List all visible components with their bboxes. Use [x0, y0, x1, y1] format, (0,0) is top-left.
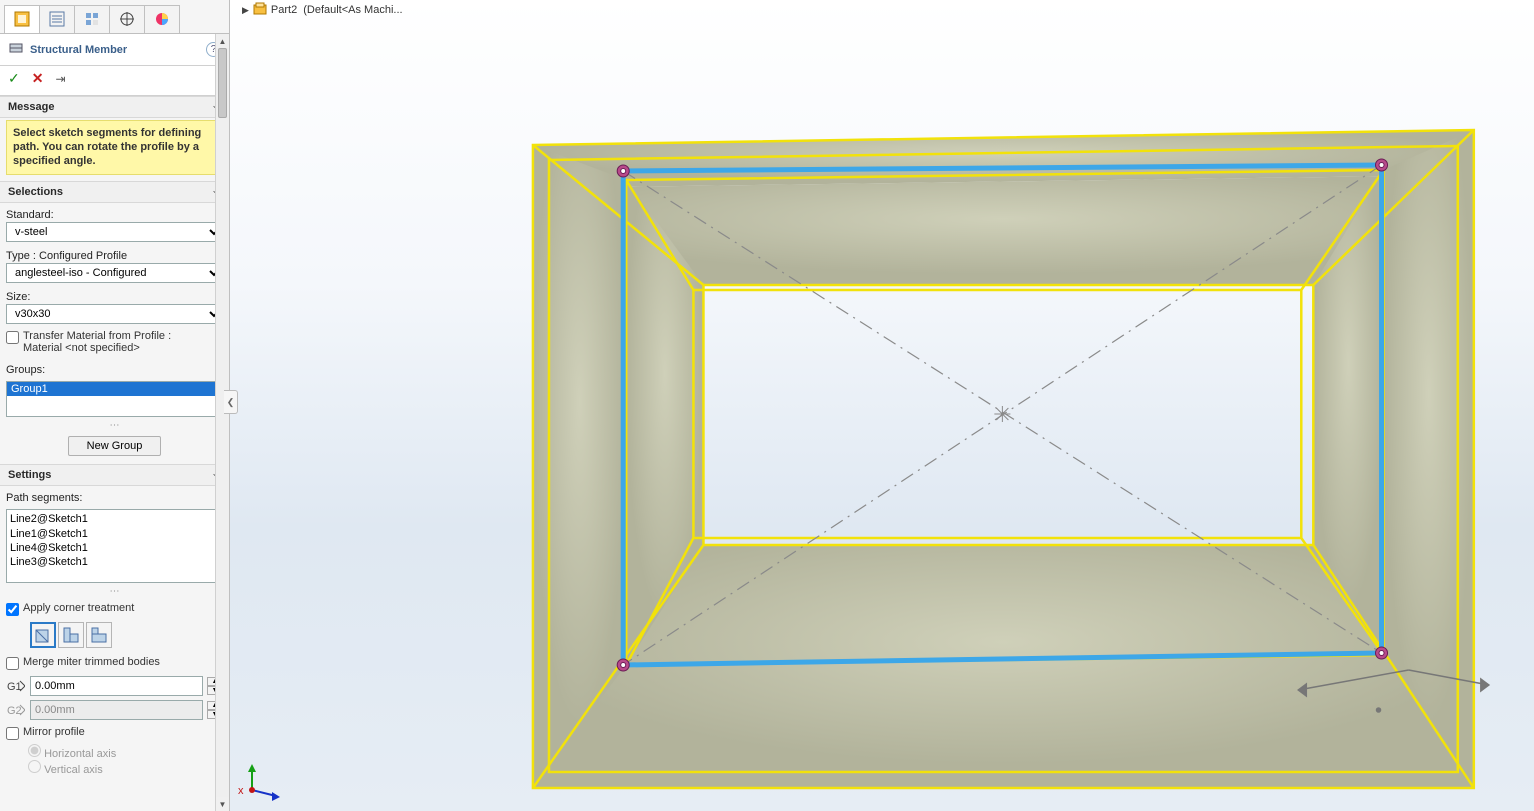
apply-corner-label: Apply corner treatment — [23, 602, 134, 614]
path-segments-label: Path segments: — [6, 492, 223, 504]
mirror-profile-checkbox[interactable] — [6, 727, 19, 740]
tab-propertymanager[interactable] — [39, 5, 75, 33]
gap-g1-icon: G1 — [6, 679, 26, 693]
gap-g1-input[interactable] — [30, 676, 203, 696]
property-manager-sidebar: Structural Member ? ✓ ✕ ⇥ Message ⌵ Sele… — [0, 0, 230, 811]
corner-end-butt1-button[interactable] — [58, 622, 84, 648]
model-graphics — [230, 0, 1534, 811]
ok-button[interactable]: ✓ — [8, 70, 20, 87]
mirror-profile-label: Mirror profile — [23, 726, 85, 738]
type-label: Type : Configured Profile — [6, 250, 223, 262]
section-message-header[interactable]: Message ⌵ — [0, 96, 229, 118]
gap-g2-input — [30, 700, 203, 720]
horizontal-axis-radio: Horizontal axis — [28, 748, 116, 760]
message-header-label: Message — [8, 101, 54, 113]
settings-header-label: Settings — [8, 469, 51, 481]
tab-display[interactable] — [144, 5, 180, 33]
new-group-button[interactable]: New Group — [68, 436, 162, 456]
structural-member-icon — [8, 40, 24, 59]
vertical-axis-radio: Vertical axis — [28, 764, 103, 776]
sidebar-scrollbar[interactable]: ▲ ▼ — [215, 34, 229, 811]
size-label: Size: — [6, 291, 223, 303]
tab-configurationmanager[interactable] — [74, 5, 110, 33]
selections-header-label: Selections — [8, 186, 63, 198]
type-select[interactable]: anglesteel-iso - Configured — [6, 263, 223, 283]
cancel-button[interactable]: ✕ — [32, 70, 44, 87]
groups-resize-grip[interactable]: ⋯ — [0, 419, 229, 432]
scroll-thumb[interactable] — [218, 48, 227, 118]
svg-text:G1: G1 — [7, 681, 22, 693]
standard-label: Standard: — [6, 209, 223, 221]
size-select[interactable]: v30x30 — [6, 304, 223, 324]
group-item[interactable]: Group1 — [7, 382, 222, 396]
merge-miter-checkbox[interactable] — [6, 657, 19, 670]
sidebar-collapse-handle[interactable]: ❮ — [224, 390, 238, 414]
message-box: Select sketch segments for defining path… — [6, 120, 223, 175]
tab-dimxpert[interactable] — [109, 5, 145, 33]
segments-resize-grip[interactable]: ⋯ — [0, 585, 229, 598]
feature-manager-tabstrip — [0, 0, 229, 34]
list-item[interactable]: Line4@Sketch1 — [10, 541, 219, 555]
gap-g2-icon: G2 — [6, 703, 26, 717]
standard-select[interactable]: v-steel — [6, 222, 223, 242]
graphics-viewport[interactable]: ▶ Part2 (Default<As Machi... — [230, 0, 1534, 811]
scroll-up-arrow[interactable]: ▲ — [216, 34, 229, 48]
panel-title: Structural Member — [30, 44, 127, 56]
merge-miter-label: Merge miter trimmed bodies — [23, 656, 160, 668]
groups-label: Groups: — [6, 364, 223, 376]
svg-text:x: x — [238, 785, 244, 797]
groups-listbox[interactable]: Group1 — [6, 381, 223, 417]
view-orientation-triad[interactable]: x — [236, 762, 284, 805]
section-settings-header[interactable]: Settings ⌵ — [0, 464, 229, 486]
corner-end-butt2-button[interactable] — [86, 622, 112, 648]
list-item[interactable]: Line3@Sketch1 — [10, 555, 219, 569]
svg-text:G2: G2 — [7, 705, 22, 717]
scroll-down-arrow[interactable]: ▼ — [216, 797, 229, 811]
panel-title-row: Structural Member ? — [0, 34, 229, 66]
tab-featuremanager[interactable] — [4, 5, 40, 33]
transfer-material-checkbox[interactable] — [6, 331, 19, 344]
apply-corner-checkbox[interactable] — [6, 603, 19, 616]
transfer-material-label: Transfer Material from Profile : Materia… — [23, 330, 171, 354]
list-item[interactable]: Line2@Sketch1 — [10, 512, 219, 526]
pin-button[interactable]: ⇥ — [55, 72, 65, 86]
path-segments-listbox[interactable]: Line2@Sketch1 Line1@Sketch1 Line4@Sketch… — [6, 509, 223, 583]
list-item[interactable]: Line1@Sketch1 — [10, 527, 219, 541]
corner-end-miter-button[interactable] — [30, 622, 56, 648]
section-selections-header[interactable]: Selections ⌵ — [0, 181, 229, 203]
